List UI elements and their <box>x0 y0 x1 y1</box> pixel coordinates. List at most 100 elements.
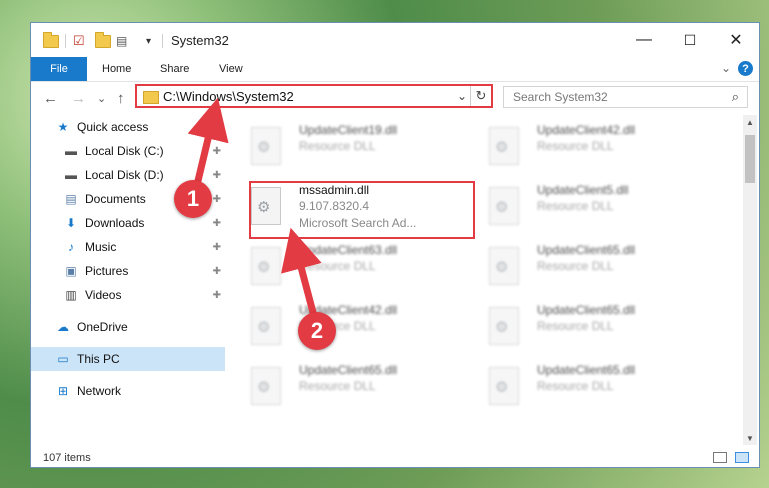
sidebar-item-label: OneDrive <box>77 320 128 334</box>
file-explorer-window: ☑ ▤ ▾ System32 — ☐ ✕ File Home Share Vie… <box>30 22 760 468</box>
vertical-scrollbar[interactable]: ▲ ▼ <box>743 115 757 445</box>
dll-file-icon <box>489 307 519 345</box>
dll-file-icon <box>489 367 519 405</box>
minimize-button[interactable]: — <box>621 23 667 57</box>
maximize-button[interactable]: ☐ <box>667 23 713 57</box>
file-item[interactable]: UpdateClient63.dll Resource DLL <box>247 241 467 293</box>
sidebar-item-label: Music <box>85 240 117 254</box>
file-item[interactable]: UpdateClient65.dll Resource DLL <box>247 361 467 413</box>
ribbon-collapse-icon[interactable]: ⌄ <box>721 61 731 75</box>
sidebar-item-videos[interactable]: ▥ Videos ✚ <box>31 283 225 307</box>
sidebar-item-label: Network <box>77 384 122 398</box>
folder-icon <box>143 91 159 104</box>
folder-icon[interactable] <box>43 31 59 50</box>
file-item-mssadmin[interactable]: mssadmin.dll 9.107.8320.4 Microsoft Sear… <box>247 181 467 233</box>
back-arrow-icon[interactable]: ← <box>43 90 58 107</box>
dll-file-icon <box>251 307 281 345</box>
file-name: UpdateClient63.dll <box>299 243 398 257</box>
address-bar[interactable]: C:\Windows\System32 ⌄ ↻ <box>135 84 493 108</box>
file-description: Resource DLL <box>537 199 614 213</box>
documents-icon: ▤ <box>65 192 77 206</box>
pin-icon[interactable]: ✚ <box>213 266 221 277</box>
tab-view[interactable]: View <box>219 57 243 81</box>
dll-file-icon <box>251 367 281 405</box>
help-icon[interactable]: ? <box>738 61 753 76</box>
tab-share[interactable]: Share <box>160 57 189 81</box>
file-name: UpdateClient65.dll <box>537 243 636 257</box>
large-icons-view-icon[interactable] <box>735 452 749 463</box>
search-input[interactable]: Search System32 <box>513 90 608 104</box>
sidebar-item-onedrive[interactable]: ☁ OneDrive <box>31 315 225 339</box>
forward-arrow-icon[interactable]: → <box>71 90 86 107</box>
step-2-badge: 2 <box>298 312 336 350</box>
file-item[interactable]: UpdateClient65.dll Resource DLL <box>485 301 705 353</box>
computer-icon: ▭ <box>57 352 69 366</box>
search-box[interactable]: Search System32 ⌕ <box>503 86 748 108</box>
address-path[interactable]: C:\Windows\System32 <box>163 89 294 104</box>
pin-icon[interactable]: ✚ <box>213 242 221 253</box>
cloud-icon: ☁ <box>57 320 69 334</box>
file-item[interactable]: UpdateClient65.dll Resource DLL <box>485 241 705 293</box>
sidebar-item-label: Local Disk (C:) <box>85 144 164 158</box>
pin-icon[interactable]: ✚ <box>213 290 221 301</box>
file-item[interactable]: UpdateClient65.dll Resource DLL <box>485 361 705 413</box>
sidebar-item-local-disk-c[interactable]: ▬ Local Disk (C:) ✚ <box>31 139 225 163</box>
drive-icon: ▬ <box>65 144 77 158</box>
file-name: UpdateClient19.dll <box>299 123 398 137</box>
item-count: 107 items <box>43 452 91 464</box>
navigation-pane: ★ Quick access ▬ Local Disk (C:) ✚ ▬ Loc… <box>31 115 225 445</box>
tab-home[interactable]: Home <box>102 57 131 81</box>
recent-locations-icon[interactable]: ⌄ <box>97 92 106 105</box>
pin-icon[interactable]: ✚ <box>213 194 221 205</box>
star-icon: ★ <box>57 120 69 134</box>
dll-file-icon <box>489 127 519 165</box>
file-item[interactable]: UpdateClient42.dll Resource DLL <box>247 301 467 353</box>
ribbon: File Home Share View ⌄ ? <box>31 57 759 82</box>
sidebar-item-label: Videos <box>85 288 122 302</box>
file-description: Resource DLL <box>537 319 614 333</box>
refresh-icon[interactable]: ↻ <box>470 86 491 106</box>
status-bar: 107 items <box>31 447 759 467</box>
music-icon: ♪ <box>68 240 74 254</box>
download-icon: ⬇ <box>65 216 77 230</box>
pin-icon[interactable]: ✚ <box>213 170 221 181</box>
sidebar-item-pictures[interactable]: ▣ Pictures ✚ <box>31 259 225 283</box>
file-description: Resource DLL <box>537 259 614 273</box>
sidebar-item-label: This PC <box>77 352 120 366</box>
drive-icon: ▬ <box>65 168 77 182</box>
pin-icon[interactable]: ✚ <box>213 146 221 157</box>
quick-access-dropdown-icon[interactable]: ▾ <box>146 32 151 50</box>
file-name: UpdateClient42.dll <box>537 123 636 137</box>
details-view-icon[interactable] <box>713 452 727 463</box>
file-description: Microsoft Search Ad... <box>299 216 417 230</box>
file-name: mssadmin.dll <box>299 183 370 197</box>
dll-file-icon <box>489 187 519 225</box>
sidebar-item-this-pc[interactable]: ▭ This PC <box>31 347 225 371</box>
file-item[interactable]: UpdateClient42.dll Resource DLL <box>485 121 705 173</box>
scroll-down-icon[interactable]: ▼ <box>743 431 757 445</box>
quick-access-customize-icon[interactable]: ▤ <box>116 32 127 50</box>
file-list: UpdateClient19.dll Resource DLL UpdateCl… <box>247 115 743 445</box>
new-folder-icon[interactable] <box>95 31 111 50</box>
scroll-up-icon[interactable]: ▲ <box>743 115 757 129</box>
address-dropdown-icon[interactable]: ⌄ <box>457 89 467 103</box>
sidebar-item-music[interactable]: ♪ Music ✚ <box>31 235 225 259</box>
divider <box>65 34 66 48</box>
sidebar-item-quick-access[interactable]: ★ Quick access <box>31 115 225 139</box>
sidebar-item-label: Quick access <box>77 120 149 134</box>
close-button[interactable]: ✕ <box>713 23 759 57</box>
scrollbar-thumb[interactable] <box>745 135 755 183</box>
file-description: Resource DLL <box>299 139 376 153</box>
file-item[interactable]: UpdateClient5.dll Resource DLL <box>485 181 705 233</box>
search-icon[interactable]: ⌕ <box>732 89 739 105</box>
divider <box>162 34 163 48</box>
sidebar-item-network[interactable]: ⊞ Network <box>31 379 225 403</box>
properties-checkmark-icon[interactable]: ☑ <box>73 32 85 50</box>
tab-file[interactable]: File <box>31 57 87 81</box>
file-item[interactable]: UpdateClient19.dll Resource DLL <box>247 121 467 173</box>
step-1-badge: 1 <box>174 180 212 218</box>
pin-icon[interactable]: ✚ <box>213 218 221 229</box>
file-description: Resource DLL <box>299 379 376 393</box>
up-arrow-icon[interactable]: ↑ <box>117 90 125 107</box>
sidebar-item-label: Downloads <box>85 216 145 230</box>
